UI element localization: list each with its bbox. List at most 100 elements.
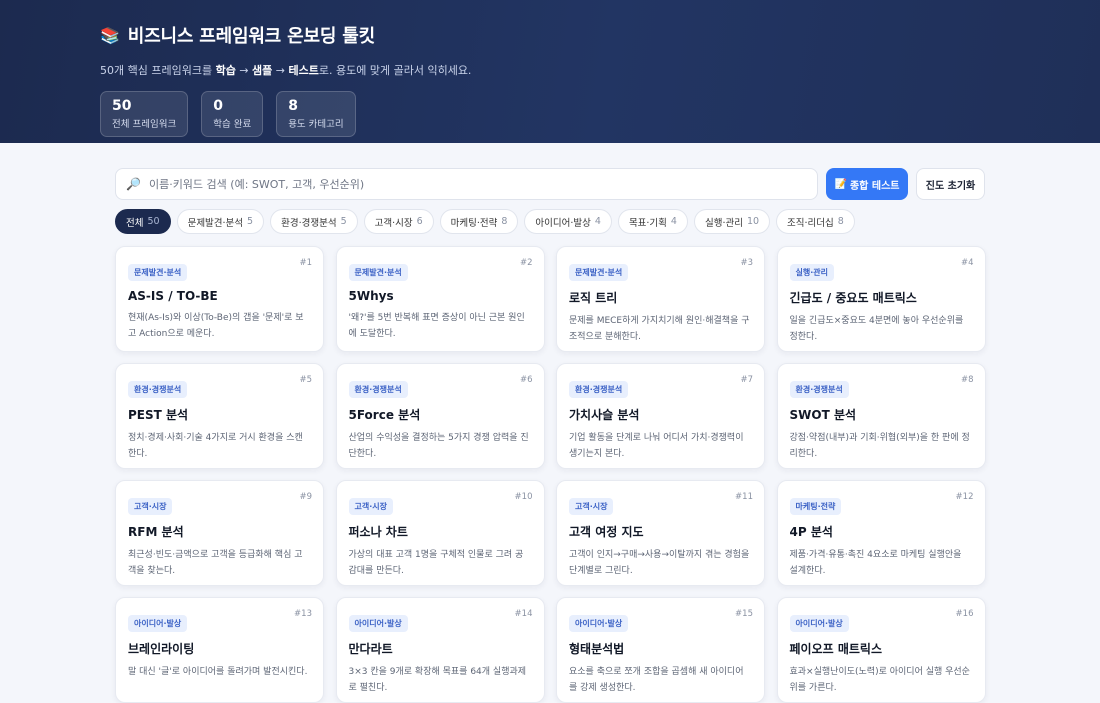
card-number: #11 — [735, 492, 753, 502]
framework-card[interactable]: 실행·관리 #4 긴급도 / 중요도 매트릭스 일을 긴급도×중요도 4분면에 놓아 … — [776, 246, 986, 352]
filter-chip-label: 전체 — [126, 217, 144, 229]
memo-icon: 📝 — [834, 178, 847, 190]
page-header: 📚 비즈니스 프레임워크 온보딩 툴킷 50개 핵심 프레임워크를 학습 → 샘… — [0, 0, 1100, 143]
subtitle-bold-test: 테스트 — [288, 64, 319, 77]
framework-card[interactable]: 마케팅·전략 #12 4P 분석 제품·가격·유통·촉진 4요소로 마케팅 실행안을 … — [776, 480, 986, 586]
subtitle-arrow-2: → — [272, 64, 289, 77]
filter-chip-goal-planning[interactable]: 목표·기획 4 — [617, 209, 688, 234]
framework-card[interactable]: 아이디어·발상 #15 형태분석법요소를 축으로 쪼개 조합을 곱셈해 새 아이디어… — [556, 597, 765, 703]
stat-total-label: 전체 프레임워크 — [112, 119, 177, 130]
filter-chip-execution[interactable]: 실행·관리 10 — [693, 209, 771, 234]
card-description: 문제를 MECE하게 가지치기해 원인·해결책을 구조적으로 분해한다. — [569, 316, 750, 342]
card-description: 산업의 수익성을 결정하는 5가지 경쟁 압력을 진단한다. — [348, 433, 529, 459]
filter-chip-problem-analysis[interactable]: 문제발견·분석 5 — [176, 209, 265, 234]
card-number: #7 — [740, 375, 753, 385]
filter-chip-count: 4 — [670, 216, 677, 227]
comprehensive-test-button[interactable]: 📝 종합 테스트 — [826, 168, 908, 200]
card-title: PEST 분석 — [128, 408, 189, 422]
framework-card[interactable]: 아이디어·발상 #13 브레인라이팅 말 대신 '글'로 아이디어를 돌려가며 발전시… — [115, 597, 324, 703]
search-input[interactable] — [148, 177, 807, 191]
filter-chip-environment[interactable]: 환경·경쟁분석 5 — [270, 209, 358, 234]
category-tag: 아이디어·발상 — [128, 615, 188, 632]
framework-card[interactable]: 환경·경쟁분석 #5 PEST 분석 정치·경제·사회·기술 4가지로 거시 환경을 … — [115, 363, 324, 469]
framework-card[interactable]: 아이디어·발상 #14 만다라트 3×3 칸을 9개로 확장해 목표를 64개 실행과… — [335, 597, 545, 703]
card-number: #9 — [299, 492, 312, 502]
page-subtitle: 50개 핵심 프레임워크를 학습 → 샘플 → 테스트로. 용도에 맞게 골라서… — [100, 62, 1100, 78]
filter-chip-label: 고객·시장 — [374, 217, 413, 229]
category-tag: 환경·경쟁분석 — [128, 381, 188, 398]
card-number: #3 — [740, 258, 753, 268]
card-number: #16 — [955, 609, 974, 619]
filter-chip-leadership[interactable]: 조직·리더십 8 — [776, 209, 855, 234]
card-description: 효과×실행난이도(노력)로 아이디어 실행 우선순위를 가른다. — [789, 667, 970, 693]
category-tag: 문제발견·분석 — [569, 264, 629, 281]
filter-chip-label: 마케팅·전략 — [450, 217, 498, 229]
framework-card[interactable]: 고객·시장 #9 RFM 분석최근성·빈도·금액으로 고객을 등급화해 핵심 고객을… — [115, 480, 324, 586]
card-description: 가상의 대표 고객 1명을 구체적 인물로 그려 공감대를 만든다. — [348, 550, 524, 576]
card-description: 일을 긴급도×중요도 4분면에 놓아 우선순위를 정한다. — [789, 316, 964, 342]
card-description: 정치·경제·사회·기술 4가지로 거시 환경을 스캔한다. — [128, 433, 303, 459]
card-number: #1 — [299, 258, 312, 268]
card-description: 최근성·빈도·금액으로 고객을 등급화해 핵심 고객을 찾는다. — [128, 550, 303, 576]
framework-card[interactable]: 고객·시장 #10 퍼소나 차트 가상의 대표 고객 1명을 구체적 인물로 그려 공… — [335, 480, 545, 586]
card-number: #15 — [735, 609, 753, 619]
stat-total-value: 50 — [112, 98, 132, 114]
framework-card[interactable]: 문제발견·분석 #2 5Whys '왜?'를 5번 반복해 표면 증상이 아닌 근본 … — [335, 246, 545, 352]
filter-chip-label: 조직·리더십 — [787, 217, 834, 229]
framework-card[interactable]: 환경·경쟁분석 #8 SWOT 분석 강점·약점(내부)과 기회·위협(외부)을 한 … — [776, 363, 986, 469]
card-number: #6 — [519, 375, 533, 385]
stats-row: 50 전체 프레임워크 0 학습 완료 8 용도 카테고리 — [100, 91, 1100, 137]
framework-card[interactable]: 환경·경쟁분석 #7 가치사슬 분석 기업 활동을 단계로 나눠 어디서 가치·경쟁력… — [556, 363, 765, 469]
subtitle-text-2: 로. 용도에 맞게 골라서 익히세요. — [318, 64, 472, 77]
framework-card-grid: 문제발견·분석 #1 AS-IS / TO-BE 현재(As-Is)와 이상(To-B… — [115, 246, 986, 703]
subtitle-arrow-1: → — [235, 64, 253, 77]
framework-card[interactable]: 아이디어·발상 #16 페이오프 매트릭스효과×실행난이도(노력)로 아이디어 실행… — [776, 597, 986, 703]
filter-chip-count: 8 — [837, 216, 844, 227]
reset-progress-button[interactable]: 진도 초기화 — [916, 168, 985, 200]
card-description: 현재(As-Is)와 이상(To-Be)의 갭을 '문제'로 보고 Action… — [128, 313, 304, 339]
page-title: 📚 비즈니스 프레임워크 온보딩 툴킷 — [100, 22, 1100, 48]
category-tag: 마케팅·전략 — [789, 498, 842, 515]
card-title: 형태분석법 — [569, 642, 625, 656]
filter-chip-count: 10 — [746, 216, 760, 227]
card-title: 퍼소나 차트 — [348, 525, 408, 539]
category-tag: 환경·경쟁분석 — [569, 381, 629, 398]
filter-chip-all[interactable]: 전체 50 — [115, 209, 171, 234]
framework-card[interactable]: 문제발견·분석 #3 로직 트리 문제를 MECE하게 가지치기해 원인·해결책을 구… — [556, 246, 765, 352]
category-tag: 고객·시장 — [128, 498, 173, 515]
card-description: 요소를 축으로 쪼개 조합을 곱셈해 새 아이디어를 강제 생성한다. — [569, 667, 744, 693]
filter-chip-ideation[interactable]: 아이디어·발상 4 — [524, 209, 612, 234]
category-tag: 아이디어·발상 — [789, 615, 849, 632]
filter-chip-label: 아이디어·발상 — [535, 217, 591, 229]
card-title: AS-IS / TO-BE — [128, 289, 218, 303]
category-tag: 환경·경쟁분석 — [348, 381, 408, 398]
category-tag: 고객·시장 — [569, 498, 614, 515]
category-filter-bar: 전체 50 문제발견·분석 5 환경·경쟁분석 5 고객·시장 6 마케팅·전략 8 아이… — [115, 209, 855, 234]
card-title: 가치사슬 분석 — [569, 408, 640, 422]
books-icon: 📚 — [100, 25, 120, 45]
card-description: 고객이 인지→구매→사용→이탈까지 겪는 경험을 단계별로 그린다. — [569, 550, 750, 576]
framework-card[interactable]: 환경·경쟁분석 #6 5Force 분석 산업의 수익성을 결정하는 5가지 경쟁 압… — [335, 363, 545, 469]
stat-completed-label: 학습 완료 — [213, 119, 252, 130]
search-box: 🔎 — [115, 168, 818, 200]
filter-chip-count: 5 — [247, 216, 254, 227]
card-number: #2 — [519, 258, 533, 268]
framework-card[interactable]: 고객·시장 #11 고객 여정 지도 고객이 인지→구매→사용→이탈까지 겪는 경험을… — [556, 480, 765, 586]
stat-categories: 8 용도 카테고리 — [276, 91, 356, 137]
framework-card[interactable]: 문제발견·분석 #1 AS-IS / TO-BE 현재(As-Is)와 이상(To-B… — [115, 246, 324, 352]
filter-chip-marketing[interactable]: 마케팅·전략 8 — [439, 209, 519, 234]
card-title: RFM 분석 — [128, 525, 184, 539]
filter-chip-count: 8 — [501, 216, 508, 227]
card-number: #13 — [294, 609, 312, 619]
filter-chip-label: 목표·기획 — [628, 217, 667, 229]
search-toolbar: 🔎 📝 종합 테스트 진도 초기화 — [115, 168, 985, 200]
card-title: SWOT 분석 — [789, 408, 857, 422]
subtitle-bold-sample: 샘플 — [252, 64, 273, 77]
filter-chip-count: 5 — [340, 216, 347, 227]
filter-chip-customer-market[interactable]: 고객·시장 6 — [363, 209, 434, 234]
category-tag: 아이디어·발상 — [569, 615, 629, 632]
card-number: #8 — [960, 375, 974, 385]
card-title: 페이오프 매트릭스 — [789, 642, 883, 656]
subtitle-bold-learn: 학습 — [215, 64, 236, 77]
card-description: 제품·가격·유통·촉진 4요소로 마케팅 실행안을 설계한다. — [789, 550, 962, 576]
